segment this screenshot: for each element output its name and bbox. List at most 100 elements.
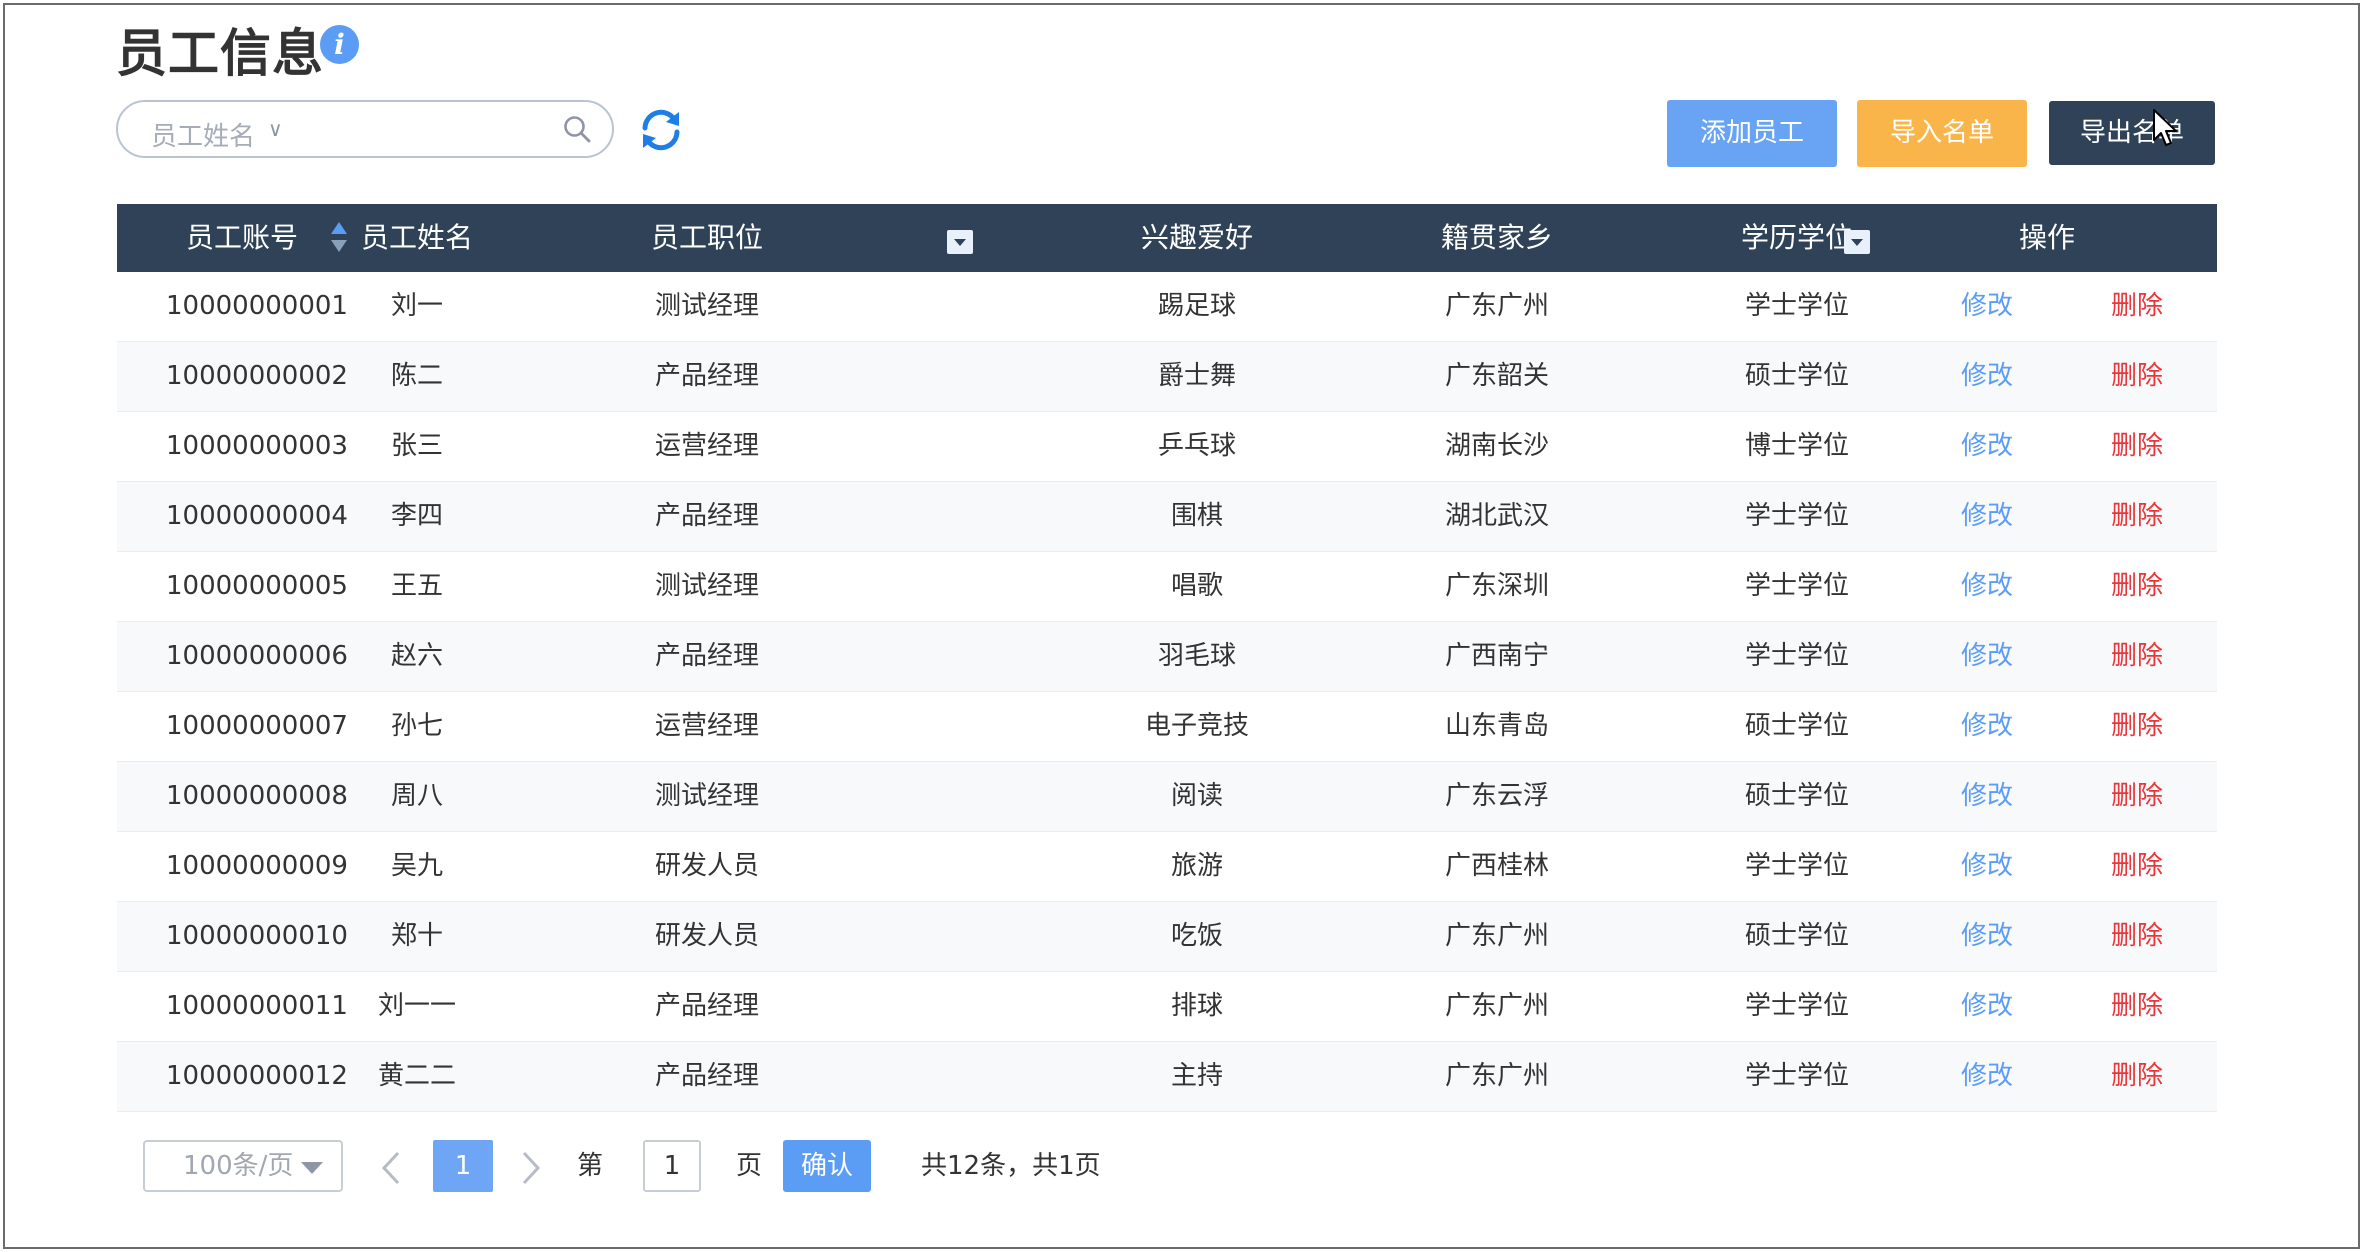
cell-degree: 硕士学位 [1744, 921, 1849, 951]
cell-hometown: 山东青岛 [1444, 711, 1549, 741]
cell-name: 王五 [390, 571, 443, 601]
cell-degree: 博士学位 [1744, 431, 1849, 461]
table-row: 10000000012 黄二二 产品经理 主持 广东广州 学士学位 修改 删除 [117, 1042, 2217, 1112]
edit-link[interactable]: 修改 [1947, 552, 2027, 621]
header-actions: 操作 [2018, 221, 2075, 254]
cell-degree: 硕士学位 [1744, 361, 1849, 391]
cell-position: 运营经理 [654, 431, 759, 461]
delete-link[interactable]: 删除 [2097, 342, 2177, 411]
delete-link[interactable]: 删除 [2097, 272, 2177, 341]
filter-degree-icon[interactable] [1844, 230, 1870, 254]
page-size-label: 100条/页 [183, 1151, 294, 1181]
delete-link[interactable]: 删除 [2097, 902, 2177, 971]
cell-name: 黄二二 [377, 1061, 456, 1091]
table-row: 10000000008 周八 测试经理 阅读 广东云浮 硕士学位 修改 删除 [117, 762, 2217, 832]
cell-hobby: 旅游 [1170, 851, 1223, 881]
edit-link[interactable]: 修改 [1947, 762, 2027, 831]
cell-position: 产品经理 [654, 991, 759, 1021]
edit-link[interactable]: 修改 [1947, 832, 2027, 901]
delete-link[interactable]: 删除 [2097, 1042, 2177, 1111]
cell-degree: 学士学位 [1744, 501, 1849, 531]
next-page-icon[interactable] [518, 1150, 544, 1186]
cell-degree: 学士学位 [1744, 991, 1849, 1021]
table-row: 10000000001 刘一 测试经理 踢足球 广东广州 学士学位 修改 删除 [117, 272, 2217, 342]
edit-link[interactable]: 修改 [1947, 622, 2027, 691]
cell-degree: 学士学位 [1744, 291, 1849, 321]
search-icon[interactable] [562, 114, 592, 144]
goto-suffix: 页 [736, 1151, 763, 1181]
cell-hometown: 广东广州 [1444, 991, 1549, 1021]
cell-name: 周八 [390, 781, 443, 811]
table-row: 10000000002 陈二 产品经理 爵士舞 广东韶关 硕士学位 修改 删除 [117, 342, 2217, 412]
page-number-current[interactable]: 1 [433, 1140, 493, 1192]
search-input[interactable]: 员工姓名 ∨ [116, 100, 614, 158]
cell-degree: 硕士学位 [1744, 781, 1849, 811]
delete-link[interactable]: 删除 [2097, 622, 2177, 691]
edit-link[interactable]: 修改 [1947, 692, 2027, 761]
goto-page-input[interactable]: 1 [643, 1140, 701, 1192]
cell-degree: 学士学位 [1744, 571, 1849, 601]
cell-hobby: 爵士舞 [1157, 361, 1236, 391]
cell-name: 陈二 [390, 361, 443, 391]
cell-name: 赵六 [390, 641, 443, 671]
mouse-cursor-icon [2153, 109, 2177, 146]
table-row: 10000000003 张三 运营经理 乒乓球 湖南长沙 博士学位 修改 删除 [117, 412, 2217, 482]
chevron-down-icon[interactable]: ∨ [268, 117, 283, 141]
delete-link[interactable]: 删除 [2097, 972, 2177, 1041]
cell-position: 测试经理 [654, 781, 759, 811]
cell-hometown: 广东韶关 [1444, 361, 1549, 391]
cell-position: 产品经理 [654, 1061, 759, 1091]
import-list-button[interactable]: 导入名单 [1857, 100, 2027, 167]
delete-link[interactable]: 删除 [2097, 832, 2177, 901]
cell-degree: 学士学位 [1744, 851, 1849, 881]
edit-link[interactable]: 修改 [1947, 412, 2027, 481]
search-field-selector[interactable]: 员工姓名 [151, 116, 255, 153]
delete-link[interactable]: 删除 [2097, 692, 2177, 761]
cell-degree: 学士学位 [1744, 641, 1849, 671]
header-account: 员工账号 [185, 221, 298, 254]
edit-link[interactable]: 修改 [1947, 482, 2027, 551]
cell-hometown: 广东广州 [1444, 921, 1549, 951]
header-position: 员工职位 [650, 221, 763, 254]
delete-link[interactable]: 删除 [2097, 412, 2177, 481]
add-employee-button[interactable]: 添加员工 [1667, 100, 1837, 167]
cell-hobby: 乒乓球 [1157, 431, 1236, 461]
header-hometown: 籍贯家乡 [1440, 221, 1553, 254]
cell-hobby: 踢足球 [1157, 291, 1236, 321]
delete-link[interactable]: 删除 [2097, 552, 2177, 621]
edit-link[interactable]: 修改 [1947, 902, 2027, 971]
cell-position: 产品经理 [654, 501, 759, 531]
delete-link[interactable]: 删除 [2097, 482, 2177, 551]
refresh-icon[interactable] [637, 106, 685, 154]
cell-position: 运营经理 [654, 711, 759, 741]
info-icon[interactable]: i [320, 25, 359, 64]
table-row: 10000000005 王五 测试经理 唱歌 广东深圳 学士学位 修改 删除 [117, 552, 2217, 622]
edit-link[interactable]: 修改 [1947, 342, 2027, 411]
cell-position: 产品经理 [654, 641, 759, 671]
edit-link[interactable]: 修改 [1947, 272, 2027, 341]
cell-hobby: 围棋 [1170, 501, 1223, 531]
cell-name: 刘一一 [377, 991, 456, 1021]
edit-link[interactable]: 修改 [1947, 972, 2027, 1041]
table-header: 员工账号 员工姓名 员工职位 兴趣爱好 籍贯家乡 学历学位 操作 [117, 204, 2217, 272]
export-list-button[interactable]: 导出名单 [2049, 101, 2215, 165]
cell-hometown: 广东云浮 [1444, 781, 1549, 811]
cell-position: 产品经理 [654, 361, 759, 391]
filter-position-icon[interactable] [947, 230, 973, 254]
cell-name: 张三 [390, 431, 443, 461]
cell-hometown: 湖北武汉 [1444, 501, 1549, 531]
cell-name: 吴九 [390, 851, 443, 881]
table-body: 10000000001 刘一 测试经理 踢足球 广东广州 学士学位 修改 删除 10000000… [117, 272, 2217, 1112]
page-size-select[interactable]: 100条/页 [143, 1140, 343, 1192]
table-row: 10000000009 吴九 研发人员 旅游 广西桂林 学士学位 修改 删除 [117, 832, 2217, 902]
cell-hobby: 主持 [1170, 1061, 1223, 1091]
cell-hometown: 广西桂林 [1444, 851, 1549, 881]
header-name: 员工姓名 [360, 221, 473, 254]
cell-degree: 学士学位 [1744, 1061, 1849, 1091]
confirm-button[interactable]: 确认 [783, 1140, 871, 1192]
edit-link[interactable]: 修改 [1947, 1042, 2027, 1111]
delete-link[interactable]: 删除 [2097, 762, 2177, 831]
prev-page-icon[interactable] [378, 1150, 404, 1186]
pagination-summary: 共12条，共1页 [921, 1151, 1101, 1181]
cell-hobby: 羽毛球 [1157, 641, 1236, 671]
